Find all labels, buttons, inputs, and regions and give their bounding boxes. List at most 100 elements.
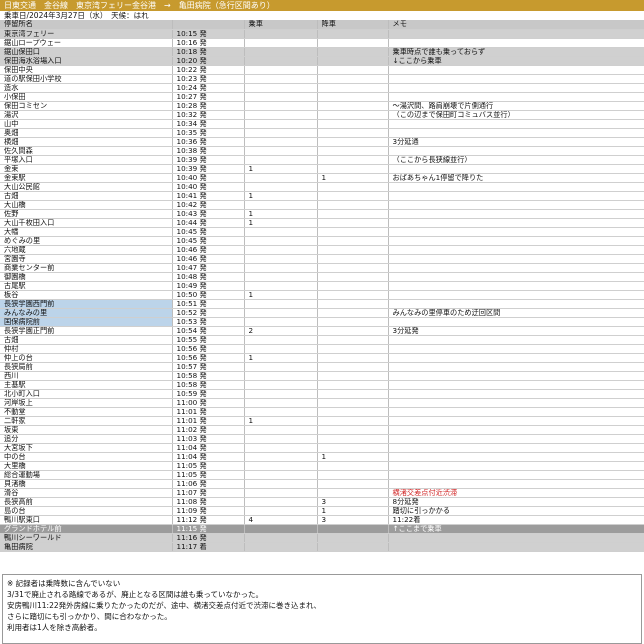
route-title: 日東交通 金谷線 東京湾フェリー金谷港 → 亀田病院（急行区間あり） (0, 0, 644, 11)
alighting-count-cell (316, 119, 388, 129)
memo-cell: みんなみの里停車のため迂回区間 (387, 308, 644, 318)
stop-name-cell: 湯沢 (0, 110, 172, 120)
time-cell: 11:00 発 (171, 398, 244, 408)
alighting-count-cell (316, 371, 388, 381)
alighting-count-cell (316, 407, 388, 417)
table-row: 奥畑 10:35 発 (0, 128, 644, 138)
alighting-count-cell (316, 281, 388, 291)
time-cell: 10:57 発 (171, 362, 244, 372)
table-row: 平塚入口 10:39 発 （ここから長狭線並行） (0, 155, 644, 165)
table-row: 六地蔵 10:46 発 (0, 245, 644, 255)
alighting-count-cell (316, 425, 388, 435)
boarding-count-cell (243, 29, 317, 39)
stop-name-cell: 長狭局前 (0, 362, 172, 372)
alighting-count-cell: 1 (316, 506, 388, 516)
alighting-count-cell (316, 191, 388, 201)
memo-cell (387, 254, 644, 264)
stop-name-cell: 保田コミセン (0, 101, 172, 111)
memo-cell (387, 461, 644, 471)
alighting-count-cell (316, 290, 388, 300)
memo-cell (387, 389, 644, 399)
col-header-alighting: 降車 (316, 20, 388, 30)
time-cell: 10:53 発 (171, 317, 244, 327)
stop-name-cell: 鴨川シーワールド (0, 533, 172, 543)
boarding-count-cell (243, 92, 317, 102)
table-row: 島の台 11:09 発 1 踏切に引っかかる (0, 506, 644, 516)
boarding-count-cell (243, 308, 317, 318)
table-row: 亀田病院 11:17 着 (0, 542, 644, 552)
time-cell: 10:24 発 (171, 83, 244, 93)
alighting-count-cell (316, 389, 388, 399)
boarding-count-cell (243, 281, 317, 291)
boarding-count-cell (243, 65, 317, 75)
alighting-count-cell (316, 227, 388, 237)
boarding-count-cell (243, 434, 317, 444)
boarding-count-cell (243, 227, 317, 237)
memo-cell: （この辺まで保田町コミュバス並行） (387, 110, 644, 120)
table-row: 追分 11:03 発 (0, 434, 644, 444)
boarding-count-cell (243, 542, 317, 552)
time-cell: 10:46 発 (171, 245, 244, 255)
memo-cell (387, 29, 644, 39)
boarding-count-cell: 1 (243, 353, 317, 363)
table-row: 保田中央 10:22 発 (0, 65, 644, 75)
table-row: みんなみの里 10:52 発 みんなみの里停車のため迂回区間 (0, 308, 644, 318)
boarding-count-cell (243, 128, 317, 138)
alighting-count-cell: 1 (316, 452, 388, 462)
stop-name-cell: 滑谷 (0, 488, 172, 498)
boarding-count-cell (243, 56, 317, 66)
boarding-count-cell (243, 110, 317, 120)
memo-cell: 11:22着 (387, 515, 644, 525)
time-cell: 10:39 発 (171, 155, 244, 165)
time-cell: 10:22 発 (171, 65, 244, 75)
table-row: 北小町入口 10:59 発 (0, 389, 644, 399)
stop-name-cell: 大山橋 (0, 200, 172, 210)
stop-record-table: 停留所名 乗車 降車 メモ 東京湾フェリー 10:15 発鋸山ロープウェー 10:1… (0, 20, 644, 552)
table-row: 貝渚橋 11:06 発 (0, 479, 644, 489)
stop-name-cell: 金束駅 (0, 173, 172, 183)
boarding-count-cell: 1 (243, 218, 317, 228)
boarding-count-cell (243, 452, 317, 462)
alighting-count-cell (316, 416, 388, 426)
boarding-count-cell (243, 254, 317, 264)
time-cell: 10:54 発 (171, 326, 244, 336)
memo-cell (387, 128, 644, 138)
alighting-count-cell (316, 299, 388, 309)
boarding-count-cell (243, 182, 317, 192)
time-cell: 11:08 発 (171, 497, 244, 507)
table-row: 大山公民館 10:40 発 (0, 182, 644, 192)
boarding-count-cell (243, 83, 317, 93)
stop-name-cell: 板谷 (0, 290, 172, 300)
stop-name-cell: 古畑 (0, 335, 172, 345)
memo-cell (387, 479, 644, 489)
memo-cell (387, 164, 644, 174)
memo-cell: ～湯沢間、路肩崩壊で片側通行 (387, 101, 644, 111)
alighting-count-cell (316, 92, 388, 102)
boarding-count-cell (243, 263, 317, 273)
time-cell: 11:04 発 (171, 452, 244, 462)
memo-cell (387, 146, 644, 156)
time-cell: 10:40 発 (171, 182, 244, 192)
alighting-count-cell (316, 47, 388, 57)
time-cell: 10:34 発 (171, 119, 244, 129)
memo-cell (387, 209, 644, 219)
alighting-count-cell (316, 65, 388, 75)
boarding-count-cell (243, 497, 317, 507)
stop-name-cell: 御園橋 (0, 272, 172, 282)
memo-cell: （ここから長狭線並行） (387, 155, 644, 165)
table-row: 中の台 11:04 発 1 (0, 452, 644, 462)
time-cell: 11:09 発 (171, 506, 244, 516)
boarding-count-cell: 1 (243, 416, 317, 426)
note-line: さらに踏切にも引っかかり、間に合わなかった。 (7, 612, 172, 621)
boarding-count-cell (243, 425, 317, 435)
table-row: 御園橋 10:48 発 (0, 272, 644, 282)
stop-name-cell: 佐久間森 (0, 146, 172, 156)
col-header-time (171, 20, 244, 30)
memo-cell (387, 380, 644, 390)
alighting-count-cell (316, 128, 388, 138)
table-row: 佐久間森 10:38 発 (0, 146, 644, 156)
alighting-count-cell (316, 335, 388, 345)
memo-cell (387, 398, 644, 408)
table-row: 長狭学園西門前 10:51 発 (0, 299, 644, 309)
stop-name-cell: 大山千枚田入口 (0, 218, 172, 228)
